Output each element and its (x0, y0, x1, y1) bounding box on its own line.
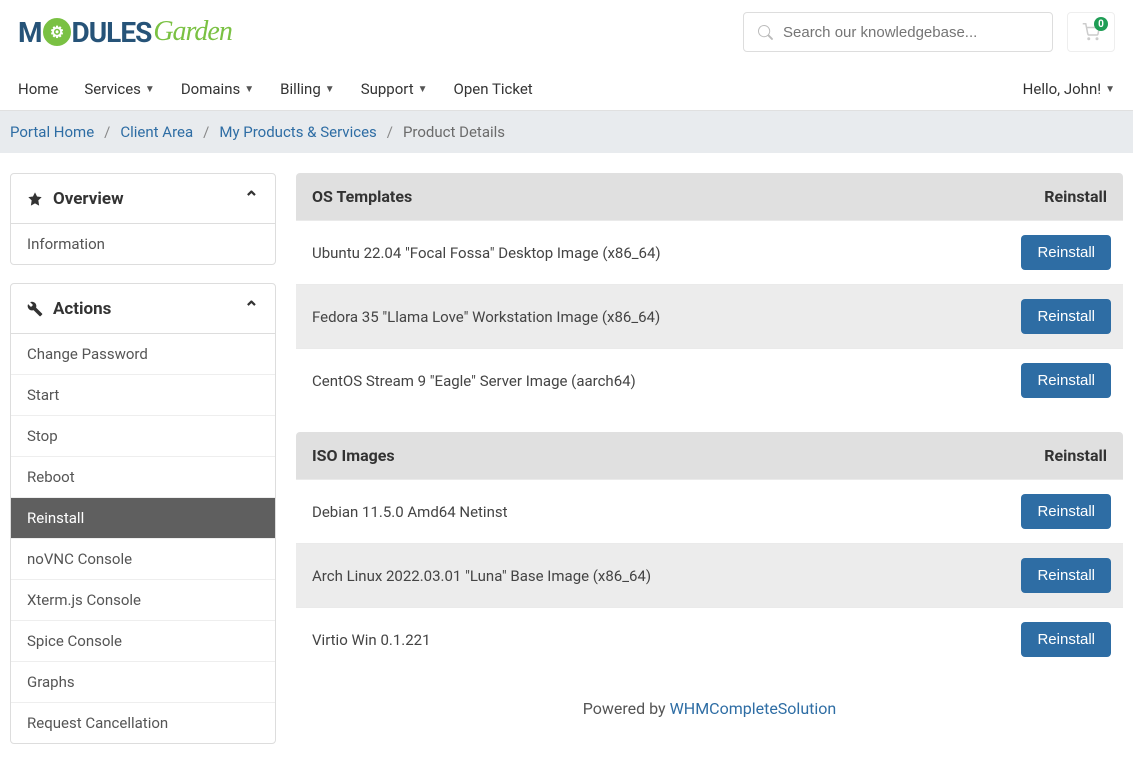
user-menu[interactable]: Hello, John! ▼ (1023, 68, 1115, 110)
sidebar-item-request-cancellation[interactable]: Request Cancellation (11, 703, 275, 743)
reinstall-button[interactable]: Reinstall (1021, 235, 1111, 270)
nav-label: Support (361, 80, 414, 98)
search-input[interactable] (783, 24, 1052, 41)
os-template-row: Fedora 35 "Llama Love" Workstation Image… (296, 284, 1123, 348)
logo[interactable]: M DULES Garden (18, 16, 232, 49)
nav-label: Billing (280, 80, 321, 98)
breadcrumb-product-details: Product Details (403, 123, 505, 141)
footer-link[interactable]: WHMCompleteSolution (670, 699, 837, 718)
wrench-icon (27, 301, 43, 317)
overview-title: Overview (53, 189, 124, 209)
sidebar-item-change-password[interactable]: Change Password (11, 334, 275, 375)
breadcrumb-portal-home[interactable]: Portal Home (10, 123, 94, 141)
search-icon (758, 25, 773, 40)
actions-title: Actions (53, 299, 111, 319)
os-template-name: Fedora 35 "Llama Love" Workstation Image… (312, 308, 660, 326)
os-template-name: Ubuntu 22.04 "Focal Fossa" Desktop Image… (312, 244, 661, 262)
navbar: HomeServices ▼Domains ▼Billing ▼Support … (0, 68, 1133, 111)
caret-down-icon: ▼ (244, 84, 254, 95)
actions-panel: Actions ⌃ Change PasswordStartStopReboot… (10, 283, 276, 744)
iso-image-name: Arch Linux 2022.03.01 "Luna" Base Image … (312, 567, 651, 585)
sidebar-item-spice-console[interactable]: Spice Console (11, 621, 275, 662)
logo-garden: Garden (153, 16, 232, 48)
reinstall-button[interactable]: Reinstall (1021, 299, 1111, 334)
iso-image-row: Arch Linux 2022.03.01 "Luna" Base Image … (296, 543, 1123, 607)
breadcrumb: Portal Home / Client Area / My Products & Se… (0, 111, 1133, 153)
nav-domains[interactable]: Domains ▼ (181, 68, 254, 110)
sidebar-item-information[interactable]: Information (11, 224, 275, 264)
sidebar-item-xterm-js-console[interactable]: Xterm.js Console (11, 580, 275, 621)
chevron-up-icon: ⌃ (244, 188, 259, 209)
actions-header[interactable]: Actions ⌃ (11, 284, 275, 334)
iso-image-name: Virtio Win 0.1.221 (312, 631, 431, 649)
star-icon (27, 191, 43, 207)
iso-image-name: Debian 11.5.0 Amd64 Netinst (312, 503, 508, 521)
breadcrumb-separator: / (387, 123, 393, 141)
reinstall-button[interactable]: Reinstall (1021, 494, 1111, 529)
logo-text-2: DULES (72, 16, 152, 49)
nav-billing[interactable]: Billing ▼ (280, 68, 335, 110)
nav-home[interactable]: Home (18, 68, 58, 110)
iso-image-row: Virtio Win 0.1.221 Reinstall (296, 607, 1123, 671)
os-template-row: CentOS Stream 9 "Eagle" Server Image (aa… (296, 348, 1123, 412)
os-action-header: Reinstall (1044, 187, 1107, 206)
breadcrumb-separator: / (203, 123, 209, 141)
os-template-row: Ubuntu 22.04 "Focal Fossa" Desktop Image… (296, 220, 1123, 284)
breadcrumb-separator: / (104, 123, 110, 141)
os-templates-table: OS Templates Reinstall Ubuntu 22.04 "Foc… (296, 173, 1123, 412)
overview-panel: Overview ⌃ Information (10, 173, 276, 265)
os-template-name: CentOS Stream 9 "Eagle" Server Image (aa… (312, 372, 636, 390)
iso-image-row: Debian 11.5.0 Amd64 Netinst Reinstall (296, 479, 1123, 543)
iso-action-header: Reinstall (1044, 446, 1107, 465)
caret-down-icon: ▼ (418, 84, 428, 95)
caret-down-icon: ▼ (325, 84, 335, 95)
sidebar-item-stop[interactable]: Stop (11, 416, 275, 457)
cart-badge: 0 (1094, 17, 1108, 31)
iso-images-table: ISO Images Reinstall Debian 11.5.0 Amd64… (296, 432, 1123, 671)
nav-label: Services (84, 80, 141, 98)
breadcrumb-client-area[interactable]: Client Area (120, 123, 193, 141)
nav-services[interactable]: Services ▼ (84, 68, 154, 110)
logo-text-1: M (18, 16, 42, 49)
os-templates-header: OS Templates (312, 187, 412, 206)
greeting-text: Hello, John! (1023, 80, 1101, 98)
nav-open-ticket[interactable]: Open Ticket (454, 68, 533, 110)
nav-label: Domains (181, 80, 240, 98)
reinstall-button[interactable]: Reinstall (1021, 622, 1111, 657)
caret-down-icon: ▼ (1105, 84, 1115, 95)
breadcrumb-my-products-services[interactable]: My Products & Services (219, 123, 376, 141)
sidebar-item-reinstall[interactable]: Reinstall (11, 498, 275, 539)
reinstall-button[interactable]: Reinstall (1021, 558, 1111, 593)
search-box[interactable] (743, 12, 1053, 52)
nav-support[interactable]: Support ▼ (361, 68, 428, 110)
logo-gear-icon (43, 18, 71, 46)
overview-header[interactable]: Overview ⌃ (11, 174, 275, 224)
nav-label: Home (18, 80, 58, 98)
footer: Powered by WHMCompleteSolution (296, 691, 1123, 726)
sidebar-item-start[interactable]: Start (11, 375, 275, 416)
cart-button[interactable]: 0 (1067, 12, 1115, 52)
iso-images-header: ISO Images (312, 446, 395, 465)
nav-label: Open Ticket (454, 80, 533, 98)
footer-text: Powered by (583, 699, 670, 718)
sidebar-item-novnc-console[interactable]: noVNC Console (11, 539, 275, 580)
reinstall-button[interactable]: Reinstall (1021, 363, 1111, 398)
sidebar-item-graphs[interactable]: Graphs (11, 662, 275, 703)
caret-down-icon: ▼ (145, 84, 155, 95)
sidebar-item-reboot[interactable]: Reboot (11, 457, 275, 498)
chevron-up-icon: ⌃ (244, 298, 259, 319)
